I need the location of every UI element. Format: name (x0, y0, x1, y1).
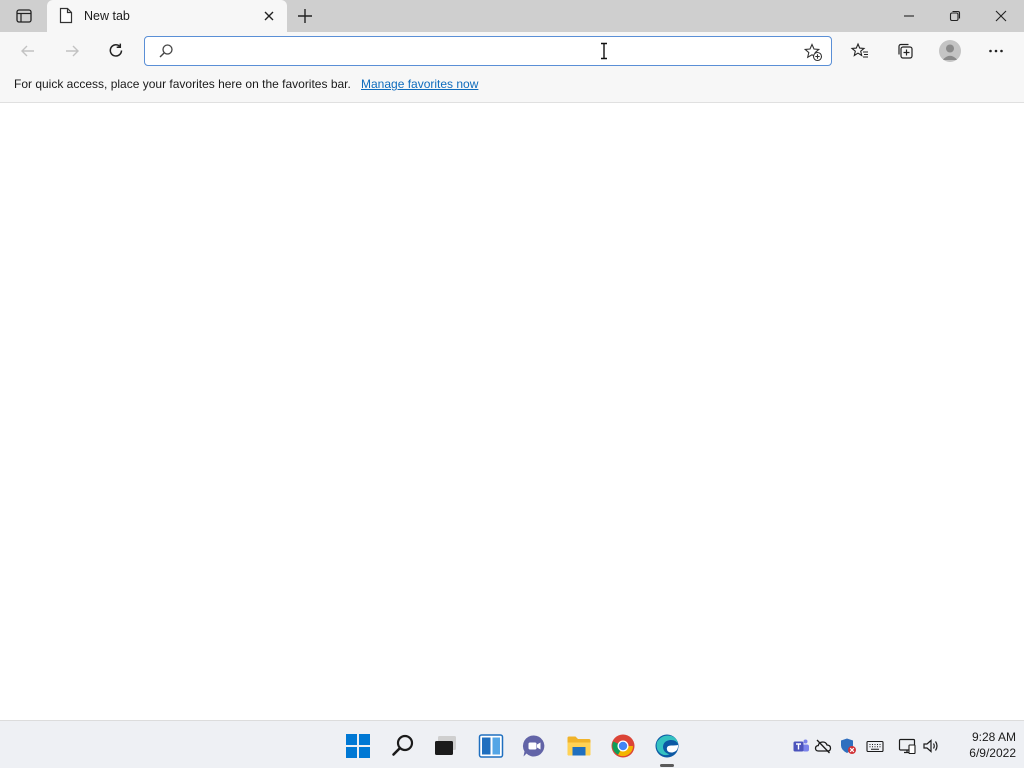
close-window-button[interactable] (991, 6, 1011, 26)
page-icon (59, 7, 75, 25)
new-tab-button[interactable] (295, 6, 315, 26)
chat-icon[interactable] (521, 733, 547, 759)
restore-button[interactable] (945, 6, 965, 26)
forward-arrow-icon (66, 45, 79, 57)
edge-icon[interactable] (654, 733, 680, 759)
favorites-button[interactable] (850, 41, 870, 61)
page-content (0, 103, 1024, 720)
clock-date: 6/9/2022 (969, 746, 1016, 760)
favorites-bar-message: For quick access, place your favorites h… (14, 77, 351, 91)
minimize-button[interactable] (899, 6, 919, 26)
tab-new-tab[interactable]: New tab (47, 0, 287, 32)
favorites-bar: For quick access, place your favorites h… (0, 70, 1024, 103)
back-button[interactable] (18, 41, 38, 61)
system-clock[interactable]: 9:28 AM 6/9/2022 (946, 729, 1016, 761)
restore-icon (949, 10, 961, 22)
refresh-button[interactable] (106, 41, 126, 61)
onedrive-icon[interactable] (814, 737, 832, 755)
widgets-icon[interactable] (478, 733, 504, 759)
search-icon[interactable] (390, 733, 416, 759)
keyboard-icon[interactable] (866, 737, 884, 755)
clock-time: 9:28 AM (971, 730, 1016, 744)
close-icon (995, 10, 1007, 22)
windows-start-icon[interactable] (345, 733, 371, 759)
task-view-icon[interactable] (433, 733, 459, 759)
title-bar: New tab (0, 0, 1024, 32)
search-icon (158, 43, 174, 59)
network-icon[interactable] (898, 737, 916, 755)
tab-title: New tab (84, 9, 130, 23)
back-arrow-icon (21, 45, 34, 57)
forward-button[interactable] (62, 41, 82, 61)
collections-button[interactable] (895, 41, 915, 61)
security-icon[interactable] (839, 737, 857, 755)
plus-icon (298, 9, 312, 23)
address-bar[interactable] (144, 36, 832, 66)
active-app-indicator (660, 764, 674, 767)
add-favorite-star-icon[interactable] (803, 42, 823, 62)
favorites-icon (850, 42, 868, 58)
tab-actions-icon[interactable] (12, 7, 36, 25)
chrome-icon[interactable] (610, 733, 636, 759)
browser-toolbar (0, 32, 1024, 70)
taskbar: 9:28 AM 6/9/2022 (0, 720, 1024, 768)
more-options-button[interactable] (986, 41, 1006, 61)
profile-avatar-icon[interactable] (939, 40, 961, 62)
address-input[interactable] (181, 40, 791, 62)
more-icon (989, 49, 1003, 53)
refresh-icon (109, 43, 123, 57)
close-tab-icon[interactable] (262, 9, 276, 23)
collections-icon (898, 43, 913, 59)
teams-icon[interactable] (792, 737, 810, 755)
minimize-icon (904, 15, 914, 17)
volume-icon[interactable] (922, 737, 940, 755)
manage-favorites-link[interactable]: Manage favorites now (361, 77, 478, 91)
text-cursor-icon (599, 42, 609, 60)
file-explorer-icon[interactable] (566, 733, 592, 759)
